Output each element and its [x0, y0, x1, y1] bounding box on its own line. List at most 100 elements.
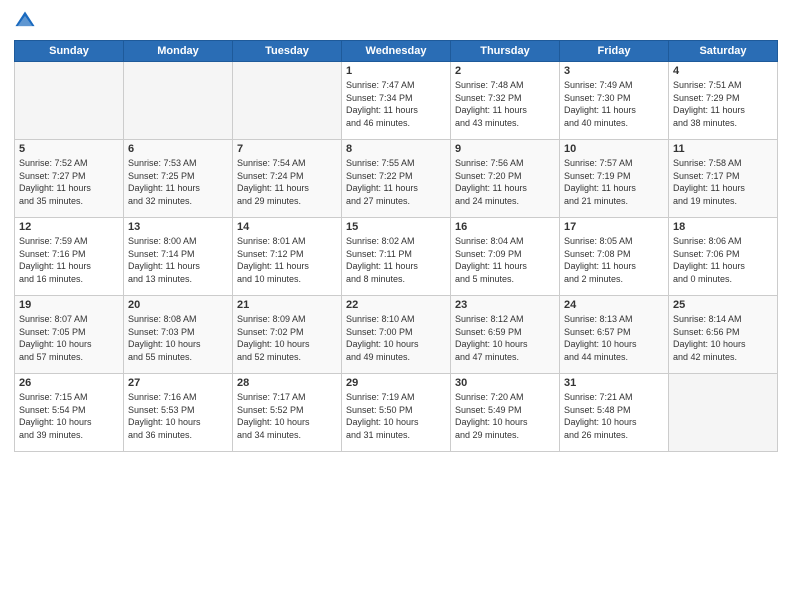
day-number: 28 — [237, 377, 337, 389]
logo — [14, 10, 40, 32]
day-info: Sunrise: 8:07 AM Sunset: 7:05 PM Dayligh… — [19, 313, 119, 363]
day-number: 12 — [19, 221, 119, 233]
day-info: Sunrise: 7:48 AM Sunset: 7:32 PM Dayligh… — [455, 79, 555, 129]
day-number: 24 — [564, 299, 664, 311]
calendar-cell: 16 Sunrise: 8:04 AM Sunset: 7:09 PM Dayli… — [451, 218, 560, 296]
day-info: Sunrise: 8:09 AM Sunset: 7:02 PM Dayligh… — [237, 313, 337, 363]
day-info: Sunrise: 7:51 AM Sunset: 7:29 PM Dayligh… — [673, 79, 773, 129]
calendar-cell: 23 Sunrise: 8:12 AM Sunset: 6:59 PM Dayli… — [451, 296, 560, 374]
calendar-cell: 30 Sunrise: 7:20 AM Sunset: 5:49 PM Dayli… — [451, 374, 560, 452]
calendar-cell: 12Sunrise: 7:59 AM Sunset: 7:16 PM Dayli… — [15, 218, 124, 296]
day-number: 4 — [673, 65, 773, 77]
calendar-cell: 4 Sunrise: 7:51 AM Sunset: 7:29 PM Daylig… — [669, 62, 778, 140]
day-info: Sunrise: 7:54 AM Sunset: 7:24 PM Dayligh… — [237, 157, 337, 207]
day-info: Sunrise: 8:08 AM Sunset: 7:03 PM Dayligh… — [128, 313, 228, 363]
calendar-cell — [15, 62, 124, 140]
day-number: 18 — [673, 221, 773, 233]
calendar-cell: 9Sunrise: 7:56 AM Sunset: 7:20 PM Daylig… — [451, 140, 560, 218]
calendar-cell: 20 Sunrise: 8:08 AM Sunset: 7:03 PM Dayli… — [124, 296, 233, 374]
day-number: 22 — [346, 299, 446, 311]
day-info: Sunrise: 7:52 AM Sunset: 7:27 PM Dayligh… — [19, 157, 119, 207]
calendar-cell: 5 Sunrise: 7:52 AM Sunset: 7:27 PM Daylig… — [15, 140, 124, 218]
calendar-week-4: 19 Sunrise: 8:07 AM Sunset: 7:05 PM Dayli… — [15, 296, 778, 374]
logo-icon — [14, 10, 36, 32]
calendar-cell: 13Sunrise: 8:00 AM Sunset: 7:14 PM Dayli… — [124, 218, 233, 296]
day-number: 16 — [455, 221, 555, 233]
day-number: 19 — [19, 299, 119, 311]
weekday-header-friday: Friday — [560, 41, 669, 62]
day-number: 31 — [564, 377, 664, 389]
day-number: 14 — [237, 221, 337, 233]
calendar-week-3: 12Sunrise: 7:59 AM Sunset: 7:16 PM Dayli… — [15, 218, 778, 296]
day-info: Sunrise: 8:12 AM Sunset: 6:59 PM Dayligh… — [455, 313, 555, 363]
calendar-week-5: 26 Sunrise: 7:15 AM Sunset: 5:54 PM Dayli… — [15, 374, 778, 452]
day-number: 6 — [128, 143, 228, 155]
day-number: 26 — [19, 377, 119, 389]
day-info: Sunrise: 7:57 AM Sunset: 7:19 PM Dayligh… — [564, 157, 664, 207]
day-info: Sunrise: 8:13 AM Sunset: 6:57 PM Dayligh… — [564, 313, 664, 363]
day-info: Sunrise: 7:21 AM Sunset: 5:48 PM Dayligh… — [564, 391, 664, 441]
day-number: 7 — [237, 143, 337, 155]
day-info: Sunrise: 8:00 AM Sunset: 7:14 PM Dayligh… — [128, 235, 228, 285]
day-info: Sunrise: 7:49 AM Sunset: 7:30 PM Dayligh… — [564, 79, 664, 129]
calendar-cell: 2Sunrise: 7:48 AM Sunset: 7:32 PM Daylig… — [451, 62, 560, 140]
page-container: SundayMondayTuesdayWednesdayThursdayFrid… — [0, 0, 792, 612]
calendar-cell — [669, 374, 778, 452]
day-number: 27 — [128, 377, 228, 389]
day-info: Sunrise: 7:19 AM Sunset: 5:50 PM Dayligh… — [346, 391, 446, 441]
calendar-cell — [233, 62, 342, 140]
calendar-week-1: 1 Sunrise: 7:47 AM Sunset: 7:34 PM Daylig… — [15, 62, 778, 140]
day-number: 11 — [673, 143, 773, 155]
calendar-cell: 26 Sunrise: 7:15 AM Sunset: 5:54 PM Dayli… — [15, 374, 124, 452]
weekday-header-thursday: Thursday — [451, 41, 560, 62]
calendar-cell: 25 Sunrise: 8:14 AM Sunset: 6:56 PM Dayli… — [669, 296, 778, 374]
day-info: Sunrise: 8:14 AM Sunset: 6:56 PM Dayligh… — [673, 313, 773, 363]
calendar-cell: 1 Sunrise: 7:47 AM Sunset: 7:34 PM Daylig… — [342, 62, 451, 140]
weekday-header-monday: Monday — [124, 41, 233, 62]
day-info: Sunrise: 8:01 AM Sunset: 7:12 PM Dayligh… — [237, 235, 337, 285]
day-number: 3 — [564, 65, 664, 77]
day-info: Sunrise: 7:55 AM Sunset: 7:22 PM Dayligh… — [346, 157, 446, 207]
calendar-cell: 8 Sunrise: 7:55 AM Sunset: 7:22 PM Daylig… — [342, 140, 451, 218]
day-info: Sunrise: 7:20 AM Sunset: 5:49 PM Dayligh… — [455, 391, 555, 441]
day-info: Sunrise: 7:47 AM Sunset: 7:34 PM Dayligh… — [346, 79, 446, 129]
calendar-cell: 24 Sunrise: 8:13 AM Sunset: 6:57 PM Dayli… — [560, 296, 669, 374]
day-info: Sunrise: 8:02 AM Sunset: 7:11 PM Dayligh… — [346, 235, 446, 285]
calendar-week-2: 5 Sunrise: 7:52 AM Sunset: 7:27 PM Daylig… — [15, 140, 778, 218]
day-number: 5 — [19, 143, 119, 155]
calendar-cell: 19 Sunrise: 8:07 AM Sunset: 7:05 PM Dayli… — [15, 296, 124, 374]
day-info: Sunrise: 7:53 AM Sunset: 7:25 PM Dayligh… — [128, 157, 228, 207]
weekday-header-sunday: Sunday — [15, 41, 124, 62]
day-number: 30 — [455, 377, 555, 389]
day-number: 1 — [346, 65, 446, 77]
calendar-cell: 31 Sunrise: 7:21 AM Sunset: 5:48 PM Dayli… — [560, 374, 669, 452]
day-number: 21 — [237, 299, 337, 311]
day-info: Sunrise: 7:17 AM Sunset: 5:52 PM Dayligh… — [237, 391, 337, 441]
calendar-cell: 17Sunrise: 8:05 AM Sunset: 7:08 PM Dayli… — [560, 218, 669, 296]
calendar-cell: 11 Sunrise: 7:58 AM Sunset: 7:17 PM Dayli… — [669, 140, 778, 218]
calendar-cell: 14 Sunrise: 8:01 AM Sunset: 7:12 PM Dayli… — [233, 218, 342, 296]
calendar-cell — [124, 62, 233, 140]
day-info: Sunrise: 7:15 AM Sunset: 5:54 PM Dayligh… — [19, 391, 119, 441]
day-number: 25 — [673, 299, 773, 311]
calendar-cell: 15 Sunrise: 8:02 AM Sunset: 7:11 PM Dayli… — [342, 218, 451, 296]
day-number: 15 — [346, 221, 446, 233]
day-info: Sunrise: 7:58 AM Sunset: 7:17 PM Dayligh… — [673, 157, 773, 207]
day-number: 10 — [564, 143, 664, 155]
day-number: 9 — [455, 143, 555, 155]
day-info: Sunrise: 8:06 AM Sunset: 7:06 PM Dayligh… — [673, 235, 773, 285]
header — [14, 10, 778, 32]
day-number: 8 — [346, 143, 446, 155]
calendar-cell: 28 Sunrise: 7:17 AM Sunset: 5:52 PM Dayli… — [233, 374, 342, 452]
calendar-cell: 18 Sunrise: 8:06 AM Sunset: 7:06 PM Dayli… — [669, 218, 778, 296]
day-info: Sunrise: 7:16 AM Sunset: 5:53 PM Dayligh… — [128, 391, 228, 441]
weekday-header-saturday: Saturday — [669, 41, 778, 62]
day-number: 17 — [564, 221, 664, 233]
calendar-cell: 22Sunrise: 8:10 AM Sunset: 7:00 PM Dayli… — [342, 296, 451, 374]
day-number: 23 — [455, 299, 555, 311]
calendar-cell: 10 Sunrise: 7:57 AM Sunset: 7:19 PM Dayli… — [560, 140, 669, 218]
calendar-table: SundayMondayTuesdayWednesdayThursdayFrid… — [14, 40, 778, 452]
day-info: Sunrise: 8:04 AM Sunset: 7:09 PM Dayligh… — [455, 235, 555, 285]
calendar-cell: 7 Sunrise: 7:54 AM Sunset: 7:24 PM Daylig… — [233, 140, 342, 218]
day-number: 20 — [128, 299, 228, 311]
